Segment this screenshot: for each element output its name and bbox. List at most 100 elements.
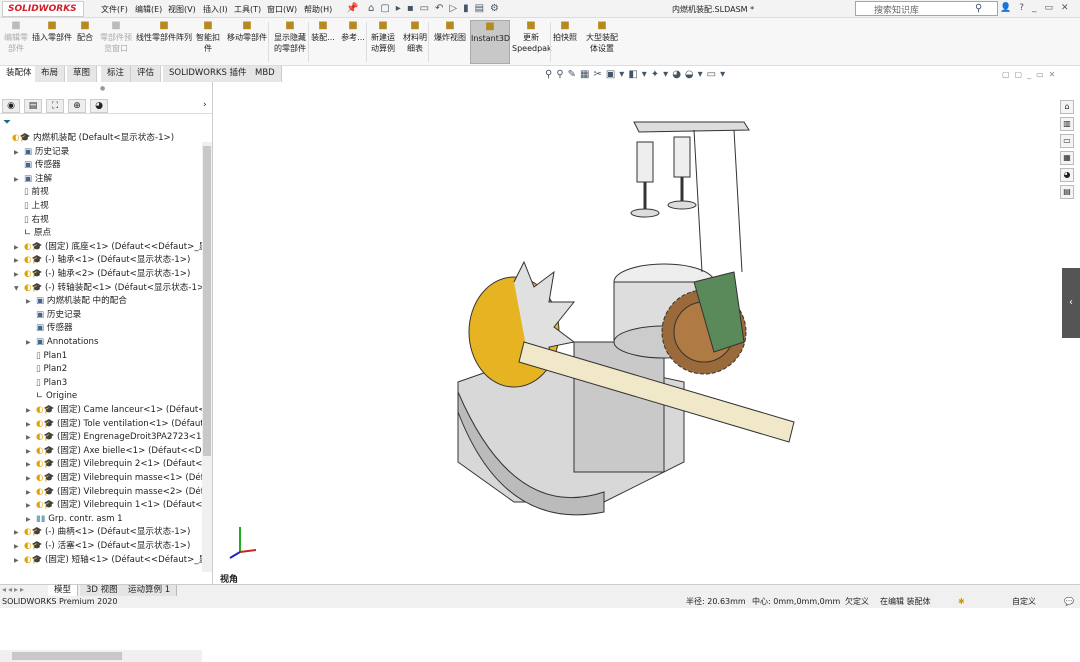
tree-item[interactable]: ▶ ▣ Annotations: [26, 336, 202, 349]
tree-item[interactable]: ▶◐🎓 (固定) 短轴<1> (Défaut<<Défaut>_显示状: [14, 554, 202, 567]
ribbon-button[interactable]: ■ 线性零部件阵列: [134, 20, 194, 43]
task-pane-toggle[interactable]: ‹: [1062, 268, 1080, 338]
expand-arrow-icon[interactable]: ▶: [26, 445, 36, 458]
menu-item[interactable]: 视图(V): [168, 4, 196, 15]
tree-item[interactable]: ▶ ◐🎓 (-) 轴承<2> (Défaut<显示状态-1>): [14, 268, 202, 281]
tree-item[interactable]: ▶ ▣ 历史记录: [14, 146, 202, 159]
ribbon-button[interactable]: ■ 参考...: [339, 20, 367, 43]
menu-item[interactable]: 帮助(H): [304, 4, 332, 15]
vertical-scrollbar[interactable]: [202, 142, 212, 572]
tree-item[interactable]: ▶◐🎓 (固定) Vilebrequin 2<1> (Défaut<<Dé: [26, 458, 202, 471]
ribbon-button[interactable]: ■ 编辑零 部件: [2, 20, 30, 54]
home-icon[interactable]: ⌂: [1060, 100, 1074, 114]
expand-arrow-icon[interactable]: ▶: [14, 526, 24, 539]
expand-arrow-icon[interactable]: ▶: [14, 540, 24, 553]
tree-item[interactable]: ▶◐🎓 (固定) EngrenageDroit3PA2723<1> (Dé: [26, 431, 202, 444]
expand-arrow-icon[interactable]: ▶: [26, 513, 36, 526]
tree-item[interactable]: ▶ ◐🎓 (-) 活塞<1> (Défaut<显示状态-1>): [14, 540, 202, 553]
quick-access-toolbar[interactable]: ⌂▢▸▪▭↶▷▮▤⚙: [368, 3, 505, 14]
tab-6[interactable]: MBD: [249, 66, 282, 82]
tab-2[interactable]: 草图: [67, 66, 98, 82]
dimxpert-tab-icon[interactable]: ⊕: [68, 99, 86, 113]
tree-item[interactable]: ▶◐🎓 (固定) Vilebrequin 1<1> (Défaut<<Dé: [26, 499, 202, 512]
tree-item[interactable]: ▣ 传感器: [14, 159, 202, 172]
display-manager-tab-icon[interactable]: ◕: [90, 99, 108, 113]
tree-item[interactable]: ∟ Origine: [26, 390, 202, 403]
expand-arrow-icon[interactable]: ▶: [26, 499, 36, 512]
tree-item[interactable]: ▯ Plan1: [26, 350, 202, 363]
chevron-right-icon[interactable]: ›: [203, 100, 207, 110]
property-manager-tab-icon[interactable]: ▤: [24, 99, 42, 113]
chat-icon[interactable]: 💬: [1064, 596, 1074, 608]
library-icon[interactable]: ▥: [1060, 117, 1074, 131]
tree-item[interactable]: ▶◐🎓 (固定) Axe bielle<1> (Défaut<<Défaut: [26, 445, 202, 458]
properties-icon[interactable]: ▤: [1060, 185, 1074, 199]
tree-item[interactable]: ▶◐🎓 (固定) Tole ventilation<1> (Défaut<<Dé: [26, 418, 202, 431]
tree-item[interactable]: ◐🎓 内燃机装配 (Default<显示状态-1>): [2, 132, 202, 145]
tree-item[interactable]: ▼ ◐🎓 (-) 转轴装配<1> (Défaut<显示状态-1>): [14, 282, 202, 295]
rebuild-icon[interactable]: ✱: [958, 596, 965, 608]
expand-arrow-icon[interactable]: ▶: [14, 146, 24, 159]
tree-item[interactable]: ▣ 传感器: [26, 322, 202, 335]
ribbon-button[interactable]: ■ 智能扣 件: [194, 20, 222, 54]
tree-item[interactable]: ▶◐🎓 (固定) 底座<1> (Défaut<<Défaut>_显示状: [14, 241, 202, 254]
tab-scroll-arrows[interactable]: ◂◂▸▸: [2, 585, 26, 594]
window-controls[interactable]: 👤?_▭✕: [1000, 3, 1077, 13]
expand-arrow-icon[interactable]: ▶: [14, 554, 24, 567]
expand-arrow-icon[interactable]: ▶: [26, 418, 36, 431]
tree-item[interactable]: ▯ Plan3: [26, 377, 202, 390]
tab-4[interactable]: 评估: [131, 66, 162, 82]
tree-item[interactable]: ▶ ▮▮ Grp. contr. asm 1: [26, 513, 202, 526]
tab-3[interactable]: 标注: [101, 66, 132, 82]
ribbon-button[interactable]: ■ 材料明 细表: [400, 20, 430, 54]
ribbon-button[interactable]: ■ 更新 Speedpak: [512, 20, 552, 54]
ribbon-button[interactable]: ■ 显示隐藏 的零部件: [271, 20, 309, 54]
collapse-handle[interactable]: ●: [100, 85, 105, 92]
search-icon[interactable]: ⚲: [975, 3, 982, 14]
menu-item[interactable]: 编辑(E): [135, 4, 162, 15]
ribbon-button[interactable]: ■ 大型装配 体设置: [582, 20, 622, 54]
menu-item[interactable]: 插入(I): [203, 4, 228, 15]
scroll-thumb[interactable]: [12, 652, 122, 660]
expand-arrow-icon[interactable]: ▶: [26, 472, 36, 485]
tree-item[interactable]: ▶ ◐🎓 (-) 轴承<1> (Défaut<显示状态-1>): [14, 254, 202, 267]
expand-arrow-icon[interactable]: ▶: [26, 458, 36, 471]
tree-item[interactable]: ▯ Plan2: [26, 363, 202, 376]
tab-0[interactable]: 装配体: [0, 66, 39, 82]
expand-arrow-icon[interactable]: ▶: [26, 336, 36, 349]
scroll-thumb[interactable]: [203, 146, 211, 456]
tree-item[interactable]: ▶ ◐🎓 (-) 曲柄<1> (Défaut<显示状态-1>): [14, 526, 202, 539]
solidworks-logo[interactable]: SOLIDWORKS: [2, 1, 84, 17]
ribbon-button[interactable]: ■ 拍快照: [552, 20, 578, 43]
tree-item[interactable]: ▶◐🎓 (固定) Came lanceur<1> (Défaut<<Défaut: [26, 404, 202, 417]
tree-item[interactable]: ▶ ◐🎓 (固定) Vilebrequin masse<1> (Défaut: [26, 472, 202, 485]
tree-item[interactable]: ▣ 历史记录: [26, 309, 202, 322]
ribbon-button[interactable]: ■ 装配...: [310, 20, 336, 43]
ribbon-button[interactable]: ■ Instant3D: [470, 20, 510, 64]
expand-arrow-icon[interactable]: ▶: [26, 404, 36, 417]
expand-arrow-icon[interactable]: ▶: [26, 295, 36, 308]
ribbon-button[interactable]: ■ 爆炸视图: [430, 20, 470, 43]
tree-item[interactable]: ▶ ◐🎓 (固定) Vilebrequin masse<2> (Défaut: [26, 486, 202, 499]
expand-arrow-icon[interactable]: ▶: [26, 431, 36, 444]
ribbon-button[interactable]: ■ 移动零部件: [224, 20, 270, 43]
ribbon-button[interactable]: ■ 插入零部件: [30, 20, 74, 43]
ribbon-button[interactable]: ■ 新建运 动算例: [368, 20, 398, 54]
expand-arrow-icon[interactable]: ▶: [14, 268, 24, 281]
viewport-window-buttons[interactable]: ▢▢_▭✕: [1002, 70, 1060, 79]
filter-icon[interactable]: ⏷: [3, 117, 11, 128]
tree-item[interactable]: ▶ ▣ 内燃机装配 中的配合: [26, 295, 202, 308]
horizontal-scrollbar[interactable]: [0, 650, 202, 662]
menu-item[interactable]: 文件(F): [101, 4, 128, 15]
units-selector[interactable]: 自定义: [1012, 596, 1036, 608]
menu-item[interactable]: 窗口(W): [267, 4, 297, 15]
menu-item[interactable]: 工具(T): [234, 4, 261, 15]
expand-arrow-icon[interactable]: ▶: [26, 486, 36, 499]
tree-item[interactable]: ∟ 原点: [14, 227, 202, 240]
ribbon-button[interactable]: ■ 配合: [75, 20, 95, 43]
palette-icon[interactable]: ▦: [1060, 151, 1074, 165]
heads-up-view-toolbar[interactable]: ⚲⚲✎▦✂▣▾◧▾✦▾◕◒▾▭▾: [545, 69, 729, 80]
tree-item[interactable]: ▯ 右视: [14, 214, 202, 227]
expand-arrow-icon[interactable]: ▶: [14, 254, 24, 267]
feature-tree-tab-icon[interactable]: ◉: [2, 99, 20, 113]
